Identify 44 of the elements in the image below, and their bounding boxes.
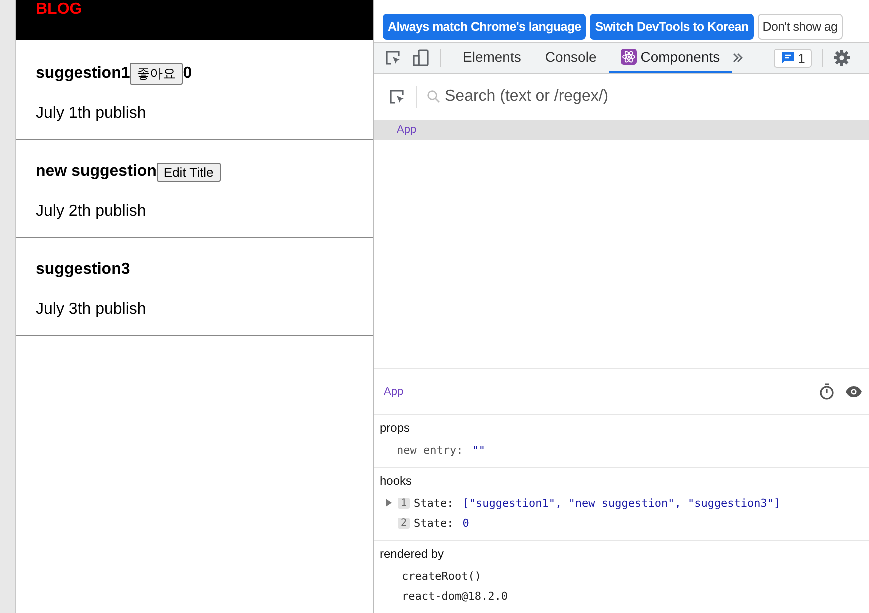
post-title: suggestion3 bbox=[36, 261, 130, 279]
prop-name: new entry: bbox=[397, 444, 464, 456]
post-date: July 3th publish bbox=[36, 300, 148, 320]
message-icon bbox=[781, 51, 796, 65]
post-date: July 1th publish bbox=[36, 104, 148, 124]
hook-value: 0 bbox=[462, 516, 470, 530]
language-button[interactable]: Switch DevTools to Korean bbox=[590, 14, 754, 40]
component-tree-item[interactable]: App bbox=[374, 120, 869, 140]
blog-title: BLOG bbox=[36, 1, 82, 18]
devtools-tab[interactable]: Console bbox=[533, 43, 609, 73]
component-name: App bbox=[384, 386, 405, 398]
renderer-name: react-dom@18.2.0 bbox=[402, 590, 508, 602]
inspect-element-icon[interactable] bbox=[388, 88, 406, 106]
like-count: 0 bbox=[183, 65, 192, 83]
renderer-name: createRoot() bbox=[402, 570, 482, 582]
post-date: July 2th publish bbox=[36, 202, 148, 222]
section-title: props bbox=[380, 421, 412, 435]
devtools-tab[interactable]: Elements bbox=[451, 43, 534, 73]
prop-value: "" bbox=[472, 444, 486, 456]
issues-button[interactable]: 1 bbox=[774, 48, 812, 68]
devtools-tab[interactable]: Components bbox=[608, 43, 732, 73]
post-title: suggestion1 bbox=[36, 65, 130, 83]
hook-index: 2 bbox=[398, 518, 410, 528]
hook-index: 1 bbox=[398, 498, 410, 508]
hook-value: ["suggestion1", "new suggestion", "suggestion3"] bbox=[462, 496, 781, 510]
hook-name: State: bbox=[414, 516, 454, 530]
hook-name: State: bbox=[414, 496, 454, 510]
section-title: rendered by bbox=[380, 547, 446, 561]
settings-icon[interactable] bbox=[833, 49, 852, 67]
post-title: new suggestion bbox=[36, 163, 157, 181]
like-button[interactable]: 좋아요 bbox=[130, 63, 184, 85]
language-button[interactable]: Always match Chrome's language bbox=[383, 14, 586, 40]
atom-icon bbox=[620, 49, 637, 65]
inspect-element-icon[interactable] bbox=[384, 49, 402, 67]
language-button[interactable]: Don't show ag bbox=[758, 14, 843, 40]
section-title: hooks bbox=[380, 474, 414, 488]
edit-title-button[interactable]: Edit Title bbox=[156, 162, 221, 182]
device-toolbar-icon[interactable] bbox=[412, 49, 430, 67]
search-field[interactable]: Search (text or /regex/) bbox=[441, 88, 745, 106]
expand-arrow-icon[interactable] bbox=[386, 499, 392, 507]
stopwatch-icon[interactable] bbox=[819, 383, 835, 400]
more-tabs-icon[interactable] bbox=[732, 52, 744, 64]
eye-icon[interactable] bbox=[845, 386, 863, 398]
search-icon bbox=[427, 90, 441, 104]
